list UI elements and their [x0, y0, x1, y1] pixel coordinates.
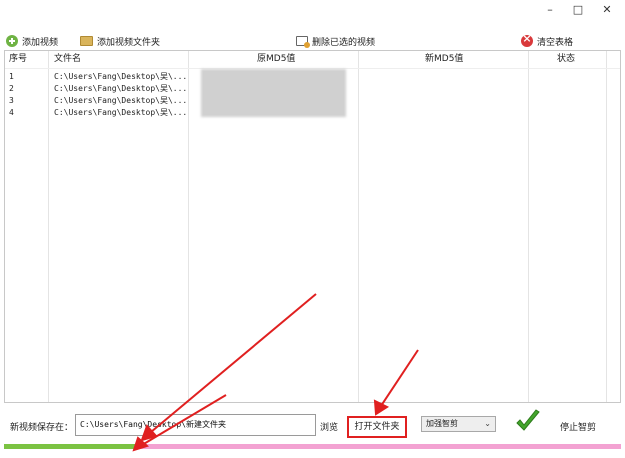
column-header-status[interactable]: 状态: [557, 51, 575, 68]
row-filename: C:\Users\Fang\Desktop\吴\...: [54, 96, 188, 105]
row-filename: C:\Users\Fang\Desktop\吴\...: [54, 72, 188, 81]
row-index: 1: [9, 72, 14, 81]
maximize-button[interactable]: □: [568, 2, 588, 18]
progress-bar-fill: [4, 444, 140, 449]
browse-button[interactable]: 浏览: [320, 420, 338, 433]
toolbar: 添加视频 添加视频文件夹 删除已选的视频 清空表格: [0, 30, 625, 50]
row-index: 2: [9, 84, 14, 93]
column-header-index[interactable]: 序号: [9, 51, 27, 68]
video-table[interactable]: 序号 文件名 原MD5值 新MD5值 状态 1 C:\Users\Fang\De…: [4, 50, 621, 403]
column-divider: [188, 51, 189, 402]
add-folder-label: 添加视频文件夹: [97, 37, 161, 48]
bottom-bar: 新视频保存在： C:\Users\Fang\Desktop\新建文件夹 浏览 打…: [0, 408, 625, 442]
column-header-filename[interactable]: 文件名: [54, 51, 81, 68]
save-path-input[interactable]: C:\Users\Fang\Desktop\新建文件夹: [75, 414, 316, 436]
mode-select[interactable]: 加强智剪 ⌄: [421, 416, 496, 432]
row-filename: C:\Users\Fang\Desktop\吴\...: [54, 84, 188, 93]
column-header-original-md5[interactable]: 原MD5值: [257, 51, 295, 68]
clear-icon: [521, 32, 533, 47]
column-divider: [528, 51, 529, 402]
title-bar: – □ ✕: [0, 0, 625, 24]
column-divider: [358, 51, 359, 402]
chevron-down-icon: ⌄: [484, 419, 491, 428]
clear-table-button[interactable]: 清空表格: [521, 32, 573, 50]
delete-icon: [296, 36, 310, 48]
mode-select-value: 加强智剪: [426, 419, 458, 428]
column-header-new-md5[interactable]: 新MD5值: [425, 51, 463, 68]
close-button[interactable]: ✕: [597, 2, 617, 18]
row-index: 3: [9, 96, 14, 105]
delete-selected-button[interactable]: 删除已选的视频: [296, 32, 375, 50]
checkmark-icon[interactable]: [514, 408, 542, 436]
folder-icon: [80, 36, 93, 46]
clear-table-label: 清空表格: [537, 37, 574, 48]
add-video-button[interactable]: 添加视频: [6, 32, 58, 50]
add-icon: [6, 35, 18, 47]
column-divider: [48, 51, 49, 402]
minimize-button[interactable]: –: [540, 2, 560, 18]
row-filename: C:\Users\Fang\Desktop\吴\...: [54, 108, 188, 117]
add-video-label: 添加视频: [22, 37, 59, 48]
open-folder-button[interactable]: 打开文件夹: [347, 416, 407, 438]
stop-button[interactable]: 停止智剪: [560, 420, 596, 433]
save-location-label: 新视频保存在：: [10, 423, 74, 433]
column-divider: [606, 51, 607, 402]
add-folder-button[interactable]: 添加视频文件夹: [80, 32, 160, 50]
delete-selected-label: 删除已选的视频: [312, 37, 376, 48]
row-index: 4: [9, 108, 14, 117]
progress-bar: [4, 444, 621, 449]
redacted-md5-values: [201, 69, 346, 117]
